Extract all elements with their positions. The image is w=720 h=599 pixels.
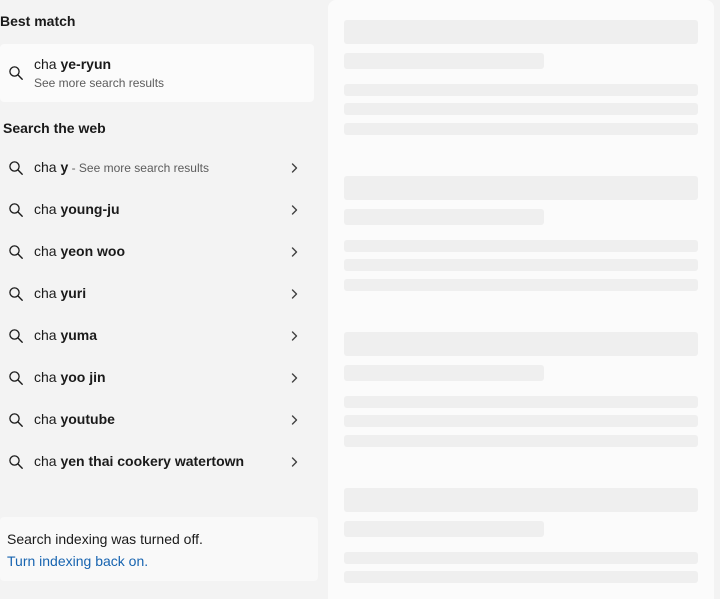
chevron-right-icon[interactable] [289,286,301,302]
suggestion-completion: young-ju [60,201,120,217]
suggestion-completion: yuma [60,327,98,343]
skeleton-bar [344,332,698,356]
indexing-notice: Search indexing was turned off. Turn ind… [0,517,318,581]
skeleton-bar [344,20,698,44]
web-suggestion-label: cha y - See more search results [34,159,209,175]
best-match-query-completion: ye-ryun [60,56,112,72]
skeleton-bar [344,396,698,408]
chevron-right-icon[interactable] [289,244,301,260]
suggestion-prefix: cha [34,453,61,469]
web-suggestion-label: cha yuri [34,285,86,301]
skeleton-bar [344,240,698,252]
search-icon [8,328,24,344]
web-suggestion-item[interactable]: cha youtube [0,400,314,440]
suggestion-completion: yeon woo [60,243,126,259]
web-suggestion-item[interactable]: cha yen thai cookery watertown [0,442,314,482]
suggestion-completion: yoo jin [60,369,106,385]
search-icon [8,454,24,470]
web-suggestion-item[interactable]: cha y - See more search results [0,148,314,188]
best-match-query-prefix: cha [34,56,61,72]
best-match-heading: Best match [0,13,76,29]
skeleton-bar [344,552,698,564]
skeleton-bar [344,259,698,271]
skeleton-bar [344,571,698,583]
skeleton-bar [344,521,544,537]
web-suggestion-item[interactable]: cha yuri [0,274,314,314]
chevron-right-icon[interactable] [289,370,301,386]
best-match-title: cha ye-ryun [34,56,111,72]
search-icon [8,412,24,428]
best-match-subtitle: See more search results [34,76,165,90]
skeleton-bar [344,176,698,200]
search-results-panel: Best match cha ye-ryun See more search r… [0,0,322,599]
skeleton-bar [344,209,544,225]
chevron-right-icon[interactable] [289,454,301,470]
suggestion-prefix: cha [34,243,61,259]
suggestion-prefix: cha [34,327,61,343]
search-icon [8,160,24,176]
skeleton-bar [344,84,698,96]
suggestion-completion: yen thai cookery watertown [60,453,245,469]
web-suggestion-item[interactable]: cha yuma [0,316,314,356]
web-suggestion-item[interactable]: cha yoo jin [0,358,314,398]
skeleton-bar [344,53,544,69]
preview-pane [328,0,714,599]
web-suggestion-label: cha youtube [34,411,115,427]
web-suggestion-item[interactable]: cha yeon woo [0,232,314,272]
search-web-heading: Search the web [3,120,106,136]
suggestion-completion: yuri [60,285,87,301]
chevron-right-icon[interactable] [289,328,301,344]
turn-indexing-on-link[interactable]: Turn indexing back on. [7,553,148,569]
web-suggestion-label: cha young-ju [34,201,120,217]
suggestion-prefix: cha [34,159,61,175]
web-suggestion-label: cha yeon woo [34,243,125,259]
web-suggestion-label: cha yen thai cookery watertown [34,453,244,469]
suggestion-hint: - See more search results [68,161,209,175]
suggestion-prefix: cha [34,411,61,427]
chevron-right-icon[interactable] [289,202,301,218]
skeleton-bar [344,435,698,447]
web-suggestion-label: cha yuma [34,327,97,343]
chevron-right-icon[interactable] [289,412,301,428]
web-suggestion-label: cha yoo jin [34,369,106,385]
search-icon [8,65,24,81]
indexing-message: Search indexing was turned off. [7,531,203,547]
skeleton-bar [344,279,698,291]
skeleton-bar [344,488,698,512]
suggestion-prefix: cha [34,285,61,301]
web-suggestion-item[interactable]: cha young-ju [0,190,314,230]
skeleton-bar [344,123,698,135]
skeleton-bar [344,415,698,427]
skeleton-bar [344,365,544,381]
search-icon [8,286,24,302]
search-icon [8,202,24,218]
suggestion-completion: youtube [60,411,115,427]
search-icon [8,370,24,386]
skeleton-bar [344,103,698,115]
search-icon [8,244,24,260]
suggestion-prefix: cha [34,201,61,217]
chevron-right-icon[interactable] [289,160,301,176]
suggestion-prefix: cha [34,369,61,385]
best-match-result[interactable]: cha ye-ryun See more search results [0,44,314,102]
